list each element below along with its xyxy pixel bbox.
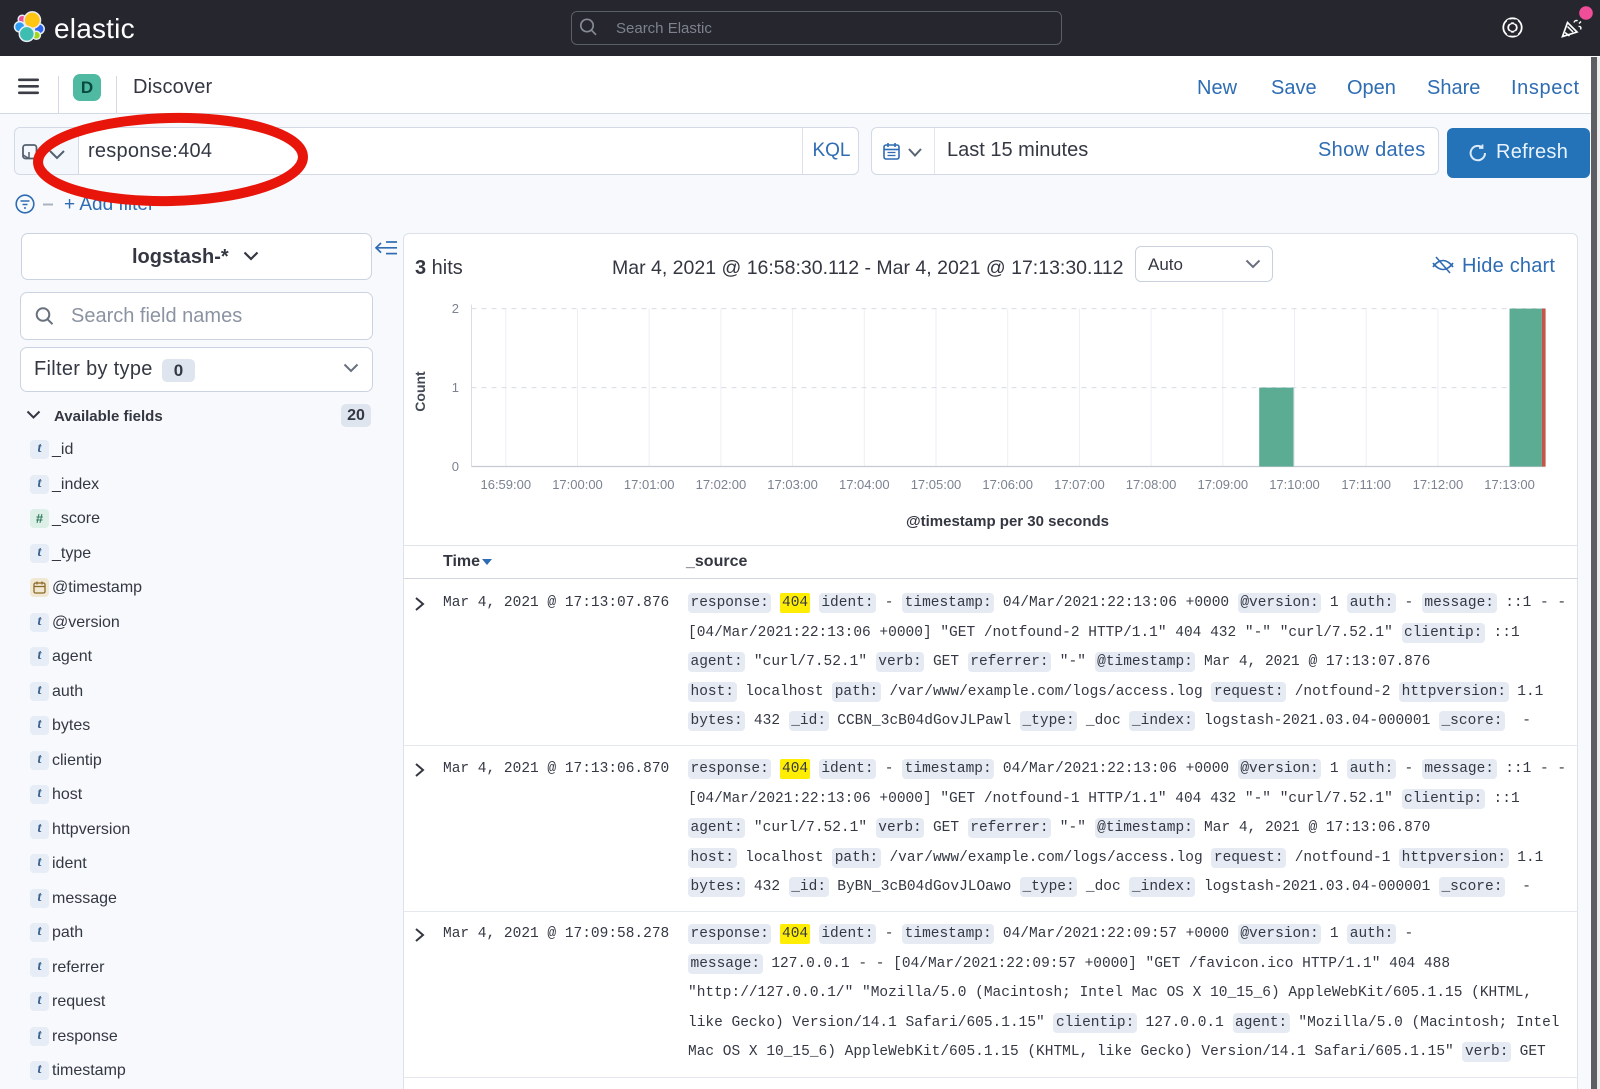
svg-text:17:05:00: 17:05:00 [911,477,962,492]
svg-text:17:10:00: 17:10:00 [1269,477,1320,492]
svg-text:17:08:00: 17:08:00 [1126,477,1177,492]
svg-text:17:02:00: 17:02:00 [696,477,747,492]
svg-text:17:00:00: 17:00:00 [552,477,603,492]
svg-text:@timestamp per 30 seconds: @timestamp per 30 seconds [906,513,1109,530]
svg-text:17:07:00: 17:07:00 [1054,477,1105,492]
svg-text:17:11:00: 17:11:00 [1341,477,1391,492]
svg-text:17:13:00: 17:13:00 [1484,477,1535,492]
svg-text:1: 1 [452,380,459,395]
svg-text:17:01:00: 17:01:00 [624,477,675,492]
svg-text:17:03:00: 17:03:00 [767,477,818,492]
svg-text:2: 2 [452,301,459,316]
svg-text:0: 0 [452,459,459,474]
svg-text:Count: Count [412,371,428,412]
svg-text:17:09:00: 17:09:00 [1197,477,1248,492]
svg-text:17:12:00: 17:12:00 [1413,477,1464,492]
svg-text:17:04:00: 17:04:00 [839,477,890,492]
svg-text:16:59:00: 16:59:00 [480,477,531,492]
svg-text:17:06:00: 17:06:00 [982,477,1033,492]
